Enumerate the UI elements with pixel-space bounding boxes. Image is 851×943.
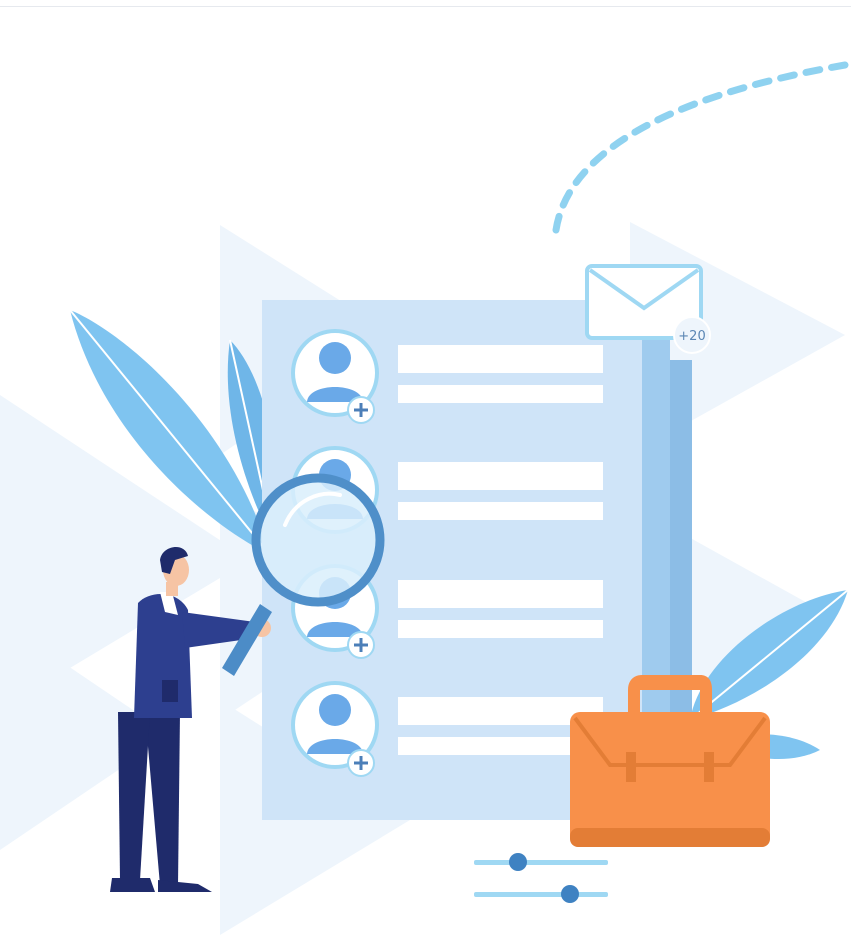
dashed-path [552,61,849,234]
add-user-icon [347,396,375,424]
add-user-icon [347,749,375,777]
illustration-canvas: +20 [0,0,851,943]
email-count-badge: +20 [678,329,705,344]
add-user-icon [347,631,375,659]
recruitment-illustration: +20 [0,61,849,935]
envelope-icon: +20 [585,264,711,354]
slider-icon [474,853,608,903]
